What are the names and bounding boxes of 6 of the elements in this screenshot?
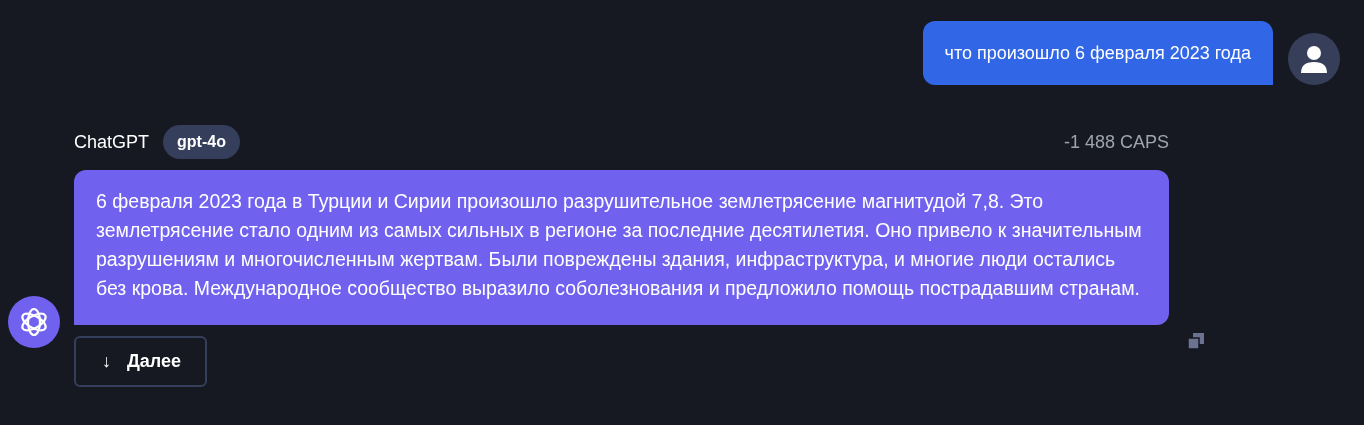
cost-label: -1 488 CAPS [1063,130,1169,154]
assistant-message: 6 февраля 2023 года в Турции и Сирии произошло разрушительное землетрясение магнитудой 7,8. Это землетрясение стало одним из самых сильных в регионе за последние десятилетия. Оно привело к значительным разрушениям и многочисленным жертвам. Были повреждены здания, инфраструктура, и многие люди остались без крова. Международное сообщество выразило соболезнования и предложило помощь пострадавшим странам. [74,170,1169,325]
author-name: ChatGPT [74,130,150,154]
model-tag: gpt-4o [163,125,240,159]
user-message: что произошло 6 февраля 2023 года [922,21,1273,85]
continue-button[interactable]: ↓ Далее [74,336,208,387]
